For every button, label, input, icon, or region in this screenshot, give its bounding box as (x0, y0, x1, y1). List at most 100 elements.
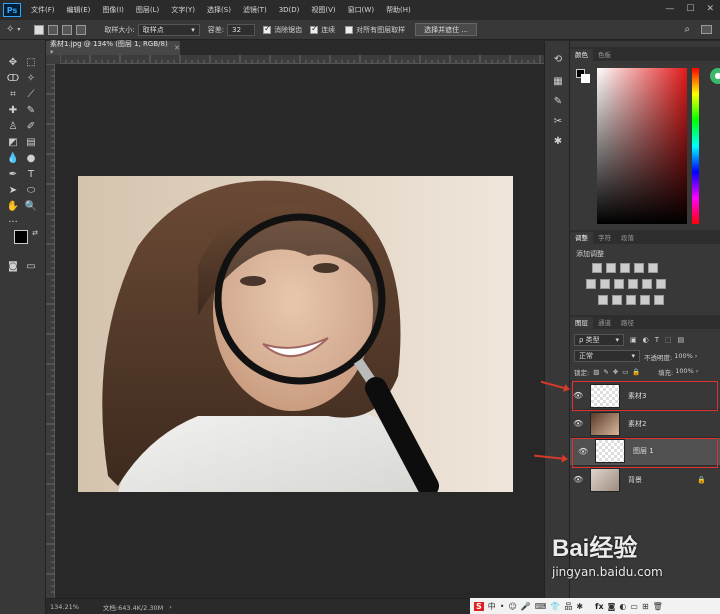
magic-wand-tool-preset[interactable]: ✧ ▾ (6, 24, 20, 35)
tray-item-settings[interactable]: ✱ (576, 602, 583, 611)
lasso-tool-icon[interactable]: ↀ (6, 72, 20, 86)
color-balance-icon[interactable] (600, 279, 610, 289)
menu-file[interactable]: 文件(F) (25, 5, 61, 15)
chevron-right-icon[interactable]: › (696, 367, 699, 377)
invert-icon[interactable] (598, 295, 608, 305)
tray-item-punct[interactable]: • (500, 602, 505, 611)
lock-image-icon[interactable]: ✎ (603, 368, 608, 376)
marquee-tool-icon[interactable]: ⬚ (24, 56, 38, 70)
brush-panel-icon[interactable]: ✎ (551, 95, 565, 109)
blur-tool-icon[interactable]: 💧 (6, 152, 20, 166)
lock-position-icon[interactable]: ✥ (613, 368, 618, 376)
tab-paths[interactable]: 路径 (616, 317, 639, 329)
actions-panel-icon[interactable]: ✱ (551, 135, 565, 149)
layer-mask-icon[interactable]: ◙ (608, 602, 616, 611)
tab-color[interactable]: 颜色 (570, 49, 593, 61)
tab-character[interactable]: 字符 (593, 232, 616, 244)
gradient-tool-icon[interactable]: ▤ (24, 136, 38, 150)
pen-tool-icon[interactable]: ✒ (6, 168, 20, 182)
layer-filter-select[interactable]: ρ 类型 ▾ (574, 334, 624, 346)
sogou-ime-icon[interactable]: S (474, 601, 484, 611)
clone-stamp-tool-icon[interactable]: ♙ (6, 120, 20, 134)
menu-image[interactable]: 图像(I) (96, 5, 130, 15)
filter-shape-icon[interactable]: ⬚ (665, 336, 672, 344)
chevron-right-icon[interactable]: › (169, 603, 172, 611)
new-group-icon[interactable]: ▭ (630, 602, 638, 611)
tools-presets-icon[interactable]: ✂ (551, 115, 565, 129)
filter-type-icon[interactable]: T (655, 336, 659, 344)
visibility-eye-icon[interactable]: 👁 (573, 475, 583, 484)
lock-all-icon[interactable]: 🔒 (632, 368, 640, 376)
tab-adjustments[interactable]: 调整 (570, 232, 593, 244)
posterize-icon[interactable] (612, 295, 622, 305)
maximize-button[interactable]: ☐ (686, 4, 694, 14)
contiguous-checkbox[interactable] (310, 24, 319, 34)
gradient-map-icon[interactable] (640, 295, 650, 305)
exposure-icon[interactable] (634, 263, 644, 273)
tab-layers[interactable]: 图层 (570, 317, 593, 329)
document-canvas-image[interactable] (78, 176, 513, 497)
vibrance-icon[interactable] (648, 263, 658, 273)
intersect-selection-icon[interactable] (76, 24, 87, 35)
brush-tool-icon[interactable]: ✎ (24, 104, 38, 118)
minimize-button[interactable]: — (665, 4, 674, 14)
healing-brush-tool-icon[interactable]: ✚ (6, 104, 20, 118)
filter-adjustment-icon[interactable]: ◐ (643, 336, 649, 344)
select-and-mask-button[interactable]: 选择并遮住 ... (415, 23, 478, 36)
menu-layer[interactable]: 图层(L) (130, 5, 165, 15)
search-icon[interactable]: ⌕ (684, 24, 690, 35)
path-select-tool-icon[interactable]: ➤ (6, 184, 20, 198)
magic-wand-tool-icon[interactable]: ✧ (24, 72, 38, 86)
close-button[interactable]: ✕ (706, 4, 714, 14)
menu-3d[interactable]: 3D(D) (273, 6, 306, 14)
blend-mode-select[interactable]: 正常 ▾ (574, 350, 640, 362)
subtract-selection-icon[interactable] (62, 24, 73, 35)
menu-view[interactable]: 视图(V) (305, 5, 341, 15)
chevron-right-icon[interactable]: › (695, 352, 698, 362)
move-tool-icon[interactable]: ✥ (6, 56, 20, 70)
sample-size-select[interactable]: 取样点 ▾ (137, 23, 200, 36)
tab-paragraph[interactable]: 段落 (616, 232, 639, 244)
history-brush-tool-icon[interactable]: ✐ (24, 120, 38, 134)
workspace-icon[interactable] (701, 25, 712, 34)
menu-filter[interactable]: 滤镜(T) (237, 5, 273, 15)
menu-help[interactable]: 帮助(H) (380, 5, 417, 15)
curves-icon[interactable] (620, 263, 630, 273)
channel-mixer-icon[interactable] (642, 279, 652, 289)
opacity-input[interactable]: 100% (674, 352, 693, 362)
layer-fx-icon[interactable]: fx (595, 602, 604, 611)
crop-tool-icon[interactable]: ⌗ (6, 88, 20, 102)
hue-slider[interactable] (692, 68, 699, 224)
tray-item-emoji[interactable]: ☺ (508, 602, 516, 611)
menu-window[interactable]: 窗口(W) (342, 5, 380, 15)
menu-edit[interactable]: 编辑(E) (61, 5, 97, 15)
layer-row-2[interactable]: 👁 素材2 (570, 409, 720, 437)
zoom-level[interactable]: 134.21% (50, 603, 79, 611)
antialias-checkbox[interactable] (263, 24, 272, 34)
new-layer-icon[interactable]: ⊞ (642, 602, 649, 611)
properties-panel-icon[interactable]: ▦ (551, 75, 565, 89)
add-selection-icon[interactable] (48, 24, 59, 35)
sample-all-checkbox[interactable] (345, 25, 354, 34)
filter-pixel-icon[interactable]: ▣ (630, 336, 637, 344)
filter-smart-icon[interactable]: ▤ (678, 336, 685, 344)
zoom-tool-icon[interactable]: 🔍 (24, 200, 38, 214)
hue-saturation-icon[interactable] (586, 279, 596, 289)
color-background-swatch[interactable] (581, 74, 590, 83)
tray-item-ime-lang[interactable]: 中 (488, 601, 496, 612)
color-lookup-icon[interactable] (656, 279, 666, 289)
color-picker-field[interactable] (597, 68, 687, 224)
tab-swatches[interactable]: 色板 (593, 49, 616, 61)
levels-icon[interactable] (606, 263, 616, 273)
fill-input[interactable]: 100% (675, 367, 694, 377)
brightness-icon[interactable] (592, 263, 602, 273)
delete-layer-icon[interactable]: 🗑 (653, 602, 663, 611)
ellipse-tool-icon[interactable]: ⬭ (24, 184, 38, 198)
swap-colors-icon[interactable]: ⇄ (28, 226, 42, 240)
tray-item-skin[interactable]: 👕 (550, 602, 560, 611)
history-panel-icon[interactable]: ⟲ (551, 53, 565, 67)
eyedropper-tool-icon[interactable]: ⟋ (24, 88, 38, 102)
vertical-ruler[interactable] (46, 63, 55, 598)
menu-select[interactable]: 选择(S) (201, 5, 237, 15)
type-tool-icon[interactable]: T (24, 168, 38, 182)
